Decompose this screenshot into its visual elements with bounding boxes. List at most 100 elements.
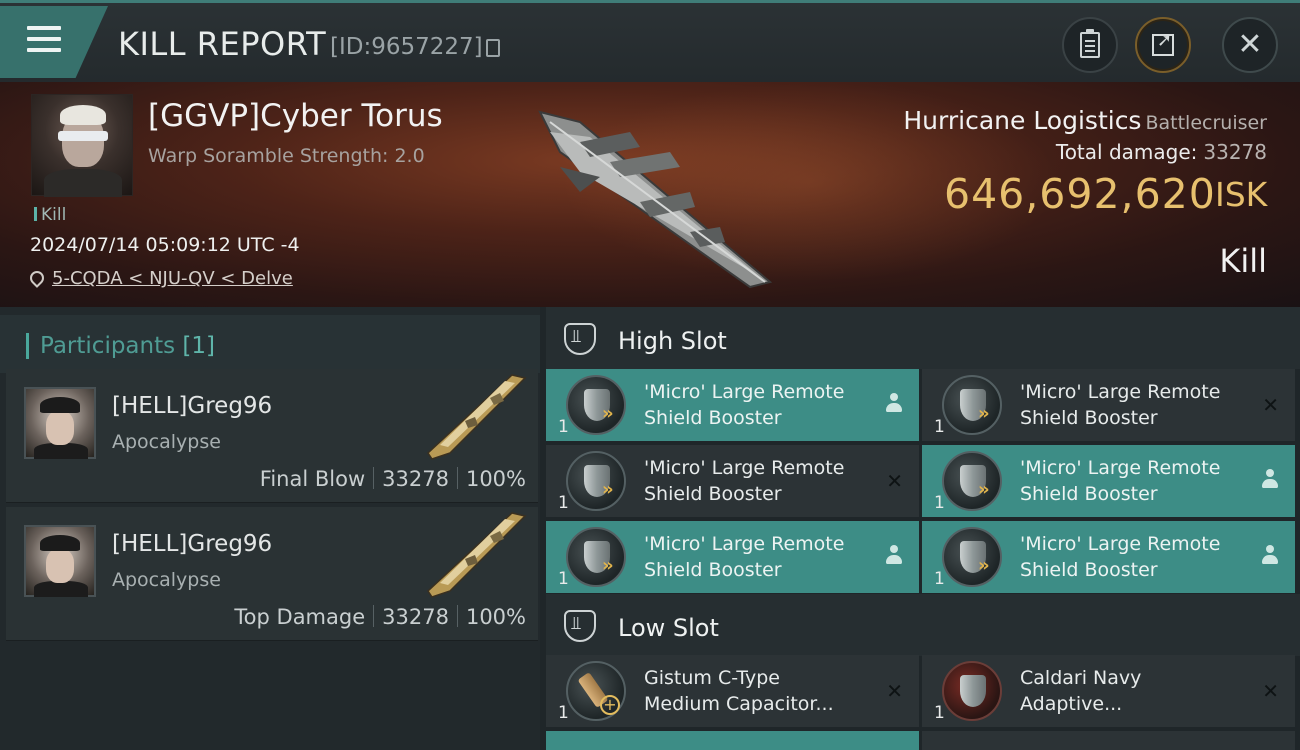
person-icon [1261,545,1279,567]
participant-avatar[interactable] [24,387,96,459]
participant-name: [HELL]Greg96 [112,393,273,419]
close-button[interactable]: ✕ [1222,17,1278,73]
module-item[interactable]: » 1 'Micro' Large Remote Shield Booster [922,521,1295,593]
module-name: Gistum C-Type Medium Capacitor... [644,667,834,715]
report-id: [ID:9657227] [330,34,483,60]
total-damage: Total damage: 33278 [1056,140,1267,164]
kill-tag: Kill [34,205,66,225]
ship-class: Battlecruiser [1145,112,1267,134]
shield-booster-icon: » [566,451,626,511]
slot-icon [564,323,596,355]
location-link[interactable]: 5-CQDA < NJU-QV < Delve [52,268,293,289]
module-name: 'Micro' Large Remote Shield Booster [644,457,845,505]
clipboard-icon [1080,29,1100,58]
module-name: 'Micro' Large Remote Shield Booster [1020,381,1221,429]
module-name: 'Micro' Large Remote Shield Booster [1020,457,1221,505]
module-quantity: 1 [558,703,569,723]
ship-type: Hurricane Logistics [903,106,1142,135]
participants-title: Participants [1] [40,333,216,359]
module-item-partial[interactable] [546,731,919,750]
victim-ship-image [538,110,773,289]
low-slot-header: Low Slot [546,594,1300,656]
adaptive-hardener-icon [942,661,1002,721]
participant-role: Top Damage [234,605,366,629]
slot-icon [564,610,596,642]
participant-name: [HELL]Greg96 [112,531,273,557]
x-icon: ✕ [1262,393,1279,417]
low-slot-title: Low Slot [618,614,719,642]
isk-value: 646,692,620 [944,170,1216,218]
participant-percent: 100% [465,467,526,491]
participant-role: Final Blow [259,467,366,491]
shield-booster-icon: » [566,527,626,587]
module-quantity: 1 [934,417,945,437]
fitting-panel: High Slot » 1 'Micro' Large RemoteShield… [540,307,1300,750]
kill-result-label: Kill [1219,242,1267,280]
module-quantity: 1 [934,569,945,589]
warp-scramble-strength: Warp Soramble Strength: 2.0 [148,145,425,167]
participant-card[interactable]: [HELL]Greg96 Apocalypse Top Damage 33278 1… [6,507,538,641]
menu-button[interactable] [0,6,108,78]
participant-ship-image [427,374,527,460]
isk-unit: ISK [1215,175,1268,214]
location-pin-icon [27,268,47,288]
victim-portrait[interactable] [31,94,133,197]
participants-count: [1] [182,333,216,359]
module-item[interactable]: » 1 'Micro' Large Remote Shield Booster [546,369,919,441]
kill-datetime: 2024/07/14 05:09:12 UTC -4 [30,234,300,256]
shield-booster-icon: » [942,451,1002,511]
close-icon: ✕ [1237,27,1263,62]
person-icon [885,545,903,567]
total-damage-value: 33278 [1203,140,1267,164]
participant-card[interactable]: [HELL]Greg96 Apocalypse Final Blow 33278 1… [6,369,538,503]
share-icon [1152,30,1174,56]
x-icon: ✕ [1262,679,1279,703]
clipboard-button[interactable] [1062,17,1118,73]
person-icon [885,393,903,415]
capacitor-icon: + [566,661,626,721]
victim-name[interactable]: [GGVP]Cyber Torus [148,98,443,134]
module-item[interactable]: + 1 Gistum C-Type Medium Capacitor... ✕ [546,655,919,727]
x-icon: ✕ [886,679,903,703]
shield-booster-icon: » [942,527,1002,587]
participant-ship: Apocalypse [112,569,221,591]
module-quantity: 1 [558,417,569,437]
participant-damage: 33278 [382,467,449,491]
share-button[interactable] [1135,17,1191,73]
victim-banner: [GGVP]Cyber Torus Warp Soramble Strength… [0,82,1300,307]
copy-icon[interactable] [486,39,500,57]
participant-damage: 33278 [382,605,449,629]
shield-booster-icon: » [942,375,1002,435]
participant-stats: Final Blow 33278 100% [260,467,526,491]
participant-stats: Top Damage 33278 100% [234,605,526,629]
x-icon: ✕ [886,469,903,493]
module-item[interactable]: 1 Caldari Navy Adaptive... ✕ [922,655,1295,727]
module-name: Caldari Navy Adaptive... [1020,667,1142,715]
shield-booster-icon: » [566,375,626,435]
module-quantity: 1 [934,493,945,513]
module-quantity: 1 [934,703,945,723]
module-name: 'Micro' Large Remote Shield Booster [644,533,845,581]
module-item-partial[interactable] [922,731,1295,750]
module-item[interactable]: » 1 'Micro' Large Remote Shield Booster [546,521,919,593]
participant-ship-image [427,512,527,598]
module-quantity: 1 [558,569,569,589]
menu-icon [27,26,61,59]
participant-percent: 100% [465,605,526,629]
module-item[interactable]: » 1 'Micro' Large Remote Shield Booster ✕ [922,369,1295,441]
high-slot-header: High Slot [546,307,1300,369]
participants-header[interactable]: Participants [1] [0,315,540,373]
person-icon [1261,469,1279,491]
total-damage-label: Total damage: [1055,140,1198,164]
page-title: KILL REPORT [118,25,327,63]
module-name: 'Micro' Large Remote Shield Booster [644,381,845,429]
module-item[interactable]: » 1 'Micro' Large Remote Shield Booster [922,445,1295,517]
participant-avatar[interactable] [24,525,96,597]
kill-location[interactable]: 5-CQDA < NJU-QV < Delve [27,268,293,289]
victim-ship-name[interactable]: Hurricane Logistics Battlecruiser [903,106,1267,135]
participant-ship: Apocalypse [112,431,221,453]
module-name: 'Micro' Large Remote Shield Booster [1020,533,1221,581]
participants-panel: Participants [1] [HELL]Greg96 Apocalypse… [0,307,540,750]
module-item[interactable]: » 1 'Micro' Large Remote Shield Booster ✕ [546,445,919,517]
header-bar: KILL REPORT [ID:9657227] ✕ [0,0,1300,82]
